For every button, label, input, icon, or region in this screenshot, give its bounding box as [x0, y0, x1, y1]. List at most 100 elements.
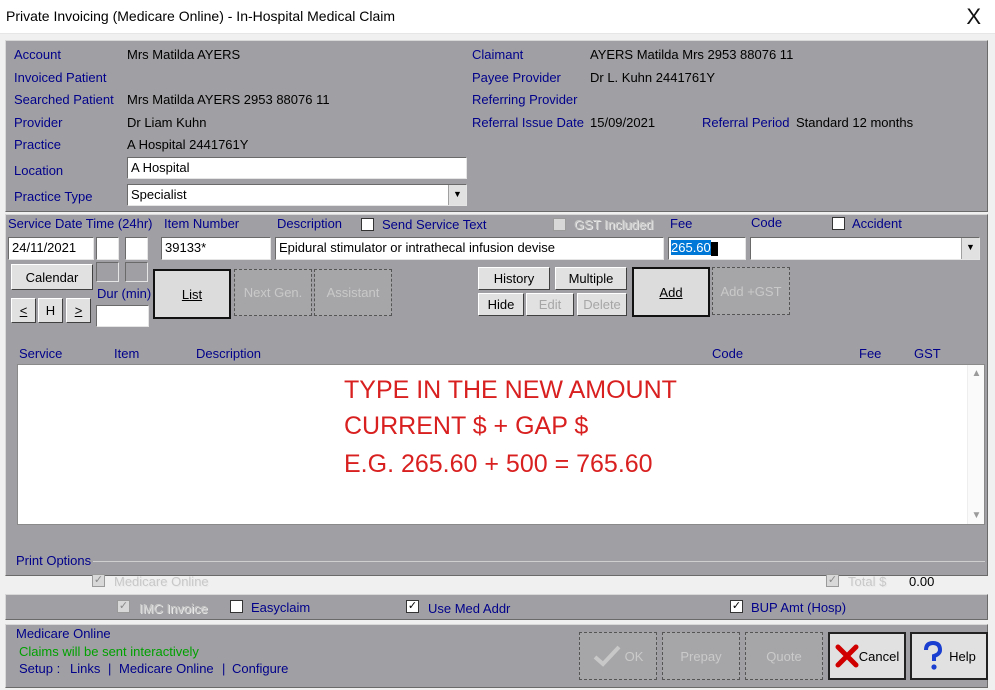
- medicare-online-link[interactable]: Medicare Online: [119, 661, 214, 676]
- print-options-label: Print Options: [16, 553, 92, 568]
- referral-issue-date-label: Referral Issue Date: [472, 115, 584, 130]
- add-button[interactable]: Add: [632, 267, 710, 317]
- assistant-button[interactable]: Assistant: [314, 269, 392, 316]
- account-value: Mrs Matilda AYERS: [127, 47, 241, 62]
- next-gen-button[interactable]: Next Gen.: [234, 269, 312, 316]
- calendar-button[interactable]: Calendar: [11, 264, 93, 290]
- quote-button[interactable]: Quote: [745, 632, 823, 680]
- duration-field[interactable]: [96, 305, 149, 327]
- easyclaim-checkbox[interactable]: [230, 600, 243, 613]
- accident-checkbox[interactable]: [832, 217, 845, 230]
- claimant-label: Claimant: [472, 47, 524, 62]
- title-bar: Private Invoicing (Medicare Online) - In…: [0, 0, 995, 34]
- practice-type-value: Specialist: [131, 187, 187, 202]
- chevron-down-icon[interactable]: ▼: [448, 185, 466, 205]
- multiple-button[interactable]: Multiple: [555, 267, 627, 290]
- configure-link[interactable]: Configure: [232, 661, 288, 676]
- use-med-addr-checkbox[interactable]: ✓: [406, 600, 419, 613]
- prev-day-button[interactable]: <: [11, 298, 36, 323]
- searched-patient-label: Searched Patient: [14, 92, 114, 107]
- practice-type-label: Practice Type: [14, 189, 93, 204]
- h-button[interactable]: H: [38, 298, 63, 323]
- delete-button[interactable]: Delete: [577, 293, 627, 316]
- close-icon[interactable]: X: [966, 4, 981, 30]
- medicare-online-print-label: Medicare Online: [114, 574, 209, 589]
- next-day-label: >: [74, 303, 83, 318]
- imc-invoice-checkbox[interactable]: ✓: [117, 600, 130, 613]
- description-field[interactable]: Epidural stimulator or intrathecal infus…: [275, 237, 664, 260]
- payee-provider-label: Payee Provider: [472, 70, 561, 85]
- claimant-value: AYERS Matilda Mrs 2953 88076 11: [590, 47, 794, 62]
- service-time-spacer-2: [125, 262, 148, 282]
- item-number-label: Item Number: [164, 216, 240, 231]
- cancel-button[interactable]: Cancel: [828, 632, 906, 680]
- practice-label: Practice: [14, 137, 61, 152]
- dur-min-label: Dur (min): [97, 286, 152, 301]
- help-label: Help: [949, 648, 976, 664]
- practice-value: A Hospital 2441761Y: [127, 137, 249, 152]
- hide-button[interactable]: Hide: [478, 293, 524, 316]
- gst-included-checkbox[interactable]: [553, 218, 566, 231]
- add-gst-button[interactable]: Add +GST: [712, 267, 790, 315]
- history-button[interactable]: History: [478, 267, 550, 290]
- ok-button[interactable]: OK: [579, 632, 657, 680]
- prepay-button[interactable]: Prepay: [662, 632, 740, 680]
- send-service-text-checkbox[interactable]: [361, 218, 374, 231]
- imc-invoice-label: IMC Invoice: [139, 601, 208, 616]
- total-checkbox[interactable]: ✓: [826, 574, 839, 587]
- text-caret: [710, 241, 718, 256]
- code-select[interactable]: ▼: [750, 237, 980, 260]
- setup-label: Setup :: [19, 661, 61, 676]
- col-description: Description: [196, 346, 262, 361]
- checkmark-icon: [593, 645, 621, 667]
- claims-status: Claims will be sent interactively: [19, 644, 199, 659]
- chevron-down-icon[interactable]: ▼: [961, 238, 979, 259]
- links-link[interactable]: Links: [70, 661, 100, 676]
- gst-included-label: GST Included: [574, 217, 654, 232]
- help-question-icon: [924, 641, 943, 670]
- service-minute-field[interactable]: [125, 237, 148, 260]
- ok-label: OK: [624, 648, 644, 664]
- referring-provider-label: Referring Provider: [472, 92, 578, 107]
- invoiced-patient-label: Invoiced Patient: [14, 70, 107, 85]
- item-number-field[interactable]: 39133*: [161, 237, 271, 260]
- prev-day-label: <: [19, 303, 28, 318]
- code-label: Code: [751, 215, 783, 230]
- practice-type-select[interactable]: Specialist ▼: [127, 184, 467, 206]
- separator-1: |: [108, 661, 112, 676]
- service-date-time-label: Service Date Time (24hr): [8, 216, 153, 231]
- dialog-body: Account Mrs Matilda AYERS Invoiced Patie…: [0, 34, 995, 690]
- col-item: Item: [114, 346, 140, 361]
- service-hour-field[interactable]: [96, 237, 119, 260]
- total-value: 0.00: [909, 574, 935, 589]
- account-label: Account: [14, 47, 61, 62]
- medicare-online-checkbox[interactable]: ✓: [92, 574, 105, 587]
- service-time-spacer-1: [96, 262, 119, 282]
- add-label: Add: [659, 284, 683, 300]
- note-line-1: TYPE IN THE NEW AMOUNT: [344, 376, 677, 404]
- easyclaim-label: Easyclaim: [251, 600, 311, 615]
- location-label: Location: [14, 163, 64, 178]
- note-line-3: E.G. 265.60 + 500 = 765.60: [344, 450, 653, 478]
- separator-2: |: [222, 661, 226, 676]
- provider-value: Dr Liam Kuhn: [127, 115, 207, 130]
- service-list[interactable]: TYPE IN THE NEW AMOUNT CURRENT $ + GAP $…: [17, 364, 985, 525]
- list-button[interactable]: List: [153, 269, 231, 319]
- accident-label: Accident: [852, 216, 902, 231]
- scroll-up-icon[interactable]: ▲: [968, 365, 985, 382]
- next-day-button[interactable]: >: [66, 298, 91, 323]
- description-label: Description: [277, 216, 343, 231]
- scroll-down-icon[interactable]: ▼: [968, 507, 985, 524]
- fee-field[interactable]: 265.60: [668, 237, 746, 260]
- help-button[interactable]: Help: [910, 632, 988, 680]
- print-options-divider: [93, 561, 985, 562]
- payee-provider-value: Dr L. Kuhn 2441761Y: [590, 70, 716, 85]
- list-scrollbar[interactable]: ▲ ▼: [967, 365, 984, 524]
- location-field[interactable]: A Hospital: [127, 157, 467, 179]
- bup-amt-checkbox[interactable]: ✓: [730, 600, 743, 613]
- col-service: Service: [19, 346, 63, 361]
- service-date-field[interactable]: 24/11/2021: [8, 237, 94, 260]
- edit-button[interactable]: Edit: [526, 293, 574, 316]
- referral-issue-date-value: 15/09/2021: [590, 115, 656, 130]
- referral-period-label: Referral Period: [702, 115, 790, 130]
